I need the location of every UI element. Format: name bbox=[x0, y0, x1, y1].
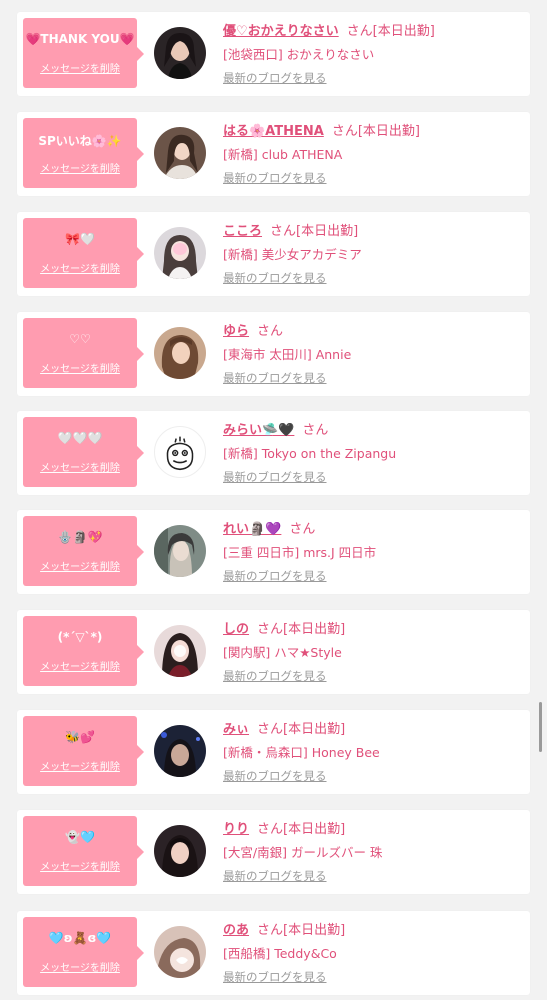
message-text: (*´▽`*) bbox=[57, 630, 103, 644]
work-status: [本日出勤] bbox=[283, 722, 346, 737]
cast-name-link[interactable]: りり bbox=[223, 822, 249, 837]
shop-info: [西船橋] Teddy&Co bbox=[223, 946, 337, 961]
message-text: SPいいね🌸✨ bbox=[38, 134, 122, 148]
work-status: [本日出勤] bbox=[357, 124, 420, 139]
message-text: 👻🩵 bbox=[65, 830, 95, 844]
message-text: 🩵ʚ🧸ɞ🩵 bbox=[48, 931, 112, 945]
shop-info: [関内駅] ハマ★Style bbox=[223, 645, 342, 660]
message-card: 🐝💕 メッセージを削除 みぃ さん[本日出勤] [新橋・烏森口] Honey Be… bbox=[17, 710, 530, 794]
avatar[interactable] bbox=[154, 426, 206, 478]
honorific: さん bbox=[331, 124, 358, 139]
blog-link[interactable]: 最新のブログを見る bbox=[223, 969, 327, 985]
message-bubble: 💗THANK YOU💗 メッセージを削除 bbox=[23, 18, 144, 88]
message-card: ♡♡ メッセージを削除 ゆら さん [東海市 太田川] Annie 最新のブログを… bbox=[17, 312, 530, 396]
work-status: [本日出勤] bbox=[372, 24, 435, 39]
delete-message-link[interactable]: メッセージを削除 bbox=[23, 459, 137, 474]
avatar[interactable] bbox=[154, 625, 206, 677]
avatar[interactable] bbox=[154, 227, 206, 279]
avatar[interactable] bbox=[154, 127, 206, 179]
delete-message-link[interactable]: メッセージを削除 bbox=[23, 959, 137, 974]
avatar[interactable] bbox=[154, 825, 206, 877]
blog-link[interactable]: 最新のブログを見る bbox=[223, 370, 327, 386]
avatar[interactable] bbox=[154, 27, 206, 79]
blog-link[interactable]: 最新のブログを見る bbox=[223, 868, 327, 884]
honorific: さん bbox=[257, 923, 284, 938]
blog-link[interactable]: 最新のブログを見る bbox=[223, 70, 327, 86]
message-card: (*´▽`*) メッセージを削除 しの さん[本日出勤] [関内駅] ハマ★Sty… bbox=[17, 610, 530, 694]
honorific: さん bbox=[346, 24, 373, 39]
shop-info: [新橋] 美少女アカデミア bbox=[223, 247, 362, 262]
avatar[interactable] bbox=[154, 525, 206, 577]
avatar[interactable] bbox=[154, 327, 206, 379]
message-text: 💗THANK YOU💗 bbox=[25, 32, 135, 46]
message-card: 🩵ʚ🧸ɞ🩵 メッセージを削除 のあ さん[本日出勤] [西船橋] Teddy&Co… bbox=[17, 911, 530, 995]
delete-message-link[interactable]: メッセージを削除 bbox=[23, 758, 137, 773]
cast-name-link[interactable]: れい🗿💜 bbox=[223, 522, 281, 537]
message-card: 🪬🗿💖 メッセージを削除 れい🗿💜 さん [三重 四日市] mrs.J 四日市 最… bbox=[17, 510, 530, 594]
message-bubble: 🪬🗿💖 メッセージを削除 bbox=[23, 516, 144, 586]
message-bubble: ♡♡ メッセージを削除 bbox=[23, 318, 144, 388]
message-bubble: 🎀🤍 メッセージを削除 bbox=[23, 218, 144, 288]
work-status: [本日出勤] bbox=[296, 224, 359, 239]
blog-link[interactable]: 最新のブログを見る bbox=[223, 568, 327, 584]
message-card: 🎀🤍 メッセージを削除 こころ さん[本日出勤] [新橋] 美少女アカデミア 最新… bbox=[17, 212, 530, 296]
cast-name-link[interactable]: はる🌸ATHENA bbox=[223, 124, 324, 139]
work-status: [本日出勤] bbox=[283, 923, 346, 938]
delete-message-link[interactable]: メッセージを削除 bbox=[23, 558, 137, 573]
shop-info: [新橋] Tokyo on the Zipangu bbox=[223, 446, 397, 461]
honorific: さん bbox=[302, 423, 329, 438]
honorific: さん bbox=[257, 622, 284, 637]
message-text: ♡♡ bbox=[69, 332, 91, 346]
honorific: さん bbox=[257, 324, 284, 339]
avatar[interactable] bbox=[154, 926, 206, 978]
cast-name-link[interactable]: ゆら bbox=[223, 324, 249, 339]
cast-name-link[interactable]: こころ bbox=[223, 224, 262, 239]
message-card: 💗THANK YOU💗 メッセージを削除 優♡おかえりなさい さん[本日出勤] [… bbox=[17, 12, 530, 96]
blog-link[interactable]: 最新のブログを見る bbox=[223, 768, 327, 784]
shop-info: [東海市 太田川] Annie bbox=[223, 347, 352, 362]
message-card: 👻🩵 メッセージを削除 りり さん[本日出勤] [大宮/南銀] ガールズバー 珠 … bbox=[17, 810, 530, 894]
shop-info: [新橋・烏森口] Honey Bee bbox=[223, 745, 380, 760]
message-text: 🎀🤍 bbox=[65, 232, 95, 246]
delete-message-link[interactable]: メッセージを削除 bbox=[23, 260, 137, 275]
scrollbar[interactable] bbox=[539, 702, 542, 752]
cast-name-link[interactable]: しの bbox=[223, 622, 249, 637]
message-bubble: (*´▽`*) メッセージを削除 bbox=[23, 616, 144, 686]
blog-link[interactable]: 最新のブログを見る bbox=[223, 270, 327, 286]
message-text: 🤍🤍🤍 bbox=[57, 431, 103, 445]
cast-name-link[interactable]: 優♡おかえりなさい bbox=[223, 24, 339, 39]
work-status: [本日出勤] bbox=[283, 622, 346, 637]
honorific: さん bbox=[270, 224, 297, 239]
message-card: SPいいね🌸✨ メッセージを削除 はる🌸ATHENA さん[本日出勤] [新橋] … bbox=[17, 112, 530, 196]
delete-message-link[interactable]: メッセージを削除 bbox=[23, 60, 137, 75]
message-bubble: 🩵ʚ🧸ɞ🩵 メッセージを削除 bbox=[23, 917, 144, 987]
delete-message-link[interactable]: メッセージを削除 bbox=[23, 160, 137, 175]
message-card: 🤍🤍🤍 メッセージを削除 みらい🛸🖤 さん [新橋] Tokyo on the Z… bbox=[17, 411, 530, 495]
blog-link[interactable]: 最新のブログを見る bbox=[223, 668, 327, 684]
message-bubble: 👻🩵 メッセージを削除 bbox=[23, 816, 144, 886]
delete-message-link[interactable]: メッセージを削除 bbox=[23, 360, 137, 375]
blog-link[interactable]: 最新のブログを見る bbox=[223, 170, 327, 186]
honorific: さん bbox=[257, 822, 284, 837]
shop-info: [新橋] club ATHENA bbox=[223, 147, 343, 162]
message-bubble: SPいいね🌸✨ メッセージを削除 bbox=[23, 118, 144, 188]
cast-name-link[interactable]: みぃ bbox=[223, 722, 249, 737]
cast-name-link[interactable]: みらい🛸🖤 bbox=[223, 423, 294, 438]
honorific: さん bbox=[289, 522, 316, 537]
shop-info: [三重 四日市] mrs.J 四日市 bbox=[223, 545, 377, 560]
avatar[interactable] bbox=[154, 725, 206, 777]
delete-message-link[interactable]: メッセージを削除 bbox=[23, 658, 137, 673]
shop-info: [大宮/南銀] ガールズバー 珠 bbox=[223, 845, 383, 860]
shop-info: [池袋西口] おかえりなさい bbox=[223, 47, 375, 62]
message-bubble: 🐝💕 メッセージを削除 bbox=[23, 716, 144, 786]
blog-link[interactable]: 最新のブログを見る bbox=[223, 469, 327, 485]
honorific: さん bbox=[257, 722, 284, 737]
message-list: 💗THANK YOU💗 メッセージを削除 優♡おかえりなさい さん[本日出勤] [… bbox=[0, 0, 547, 1000]
message-bubble: 🤍🤍🤍 メッセージを削除 bbox=[23, 417, 144, 487]
message-text: 🪬🗿💖 bbox=[57, 530, 103, 544]
message-text: 🐝💕 bbox=[65, 730, 95, 744]
cast-name-link[interactable]: のあ bbox=[223, 923, 249, 938]
work-status: [本日出勤] bbox=[283, 822, 346, 837]
delete-message-link[interactable]: メッセージを削除 bbox=[23, 858, 137, 873]
